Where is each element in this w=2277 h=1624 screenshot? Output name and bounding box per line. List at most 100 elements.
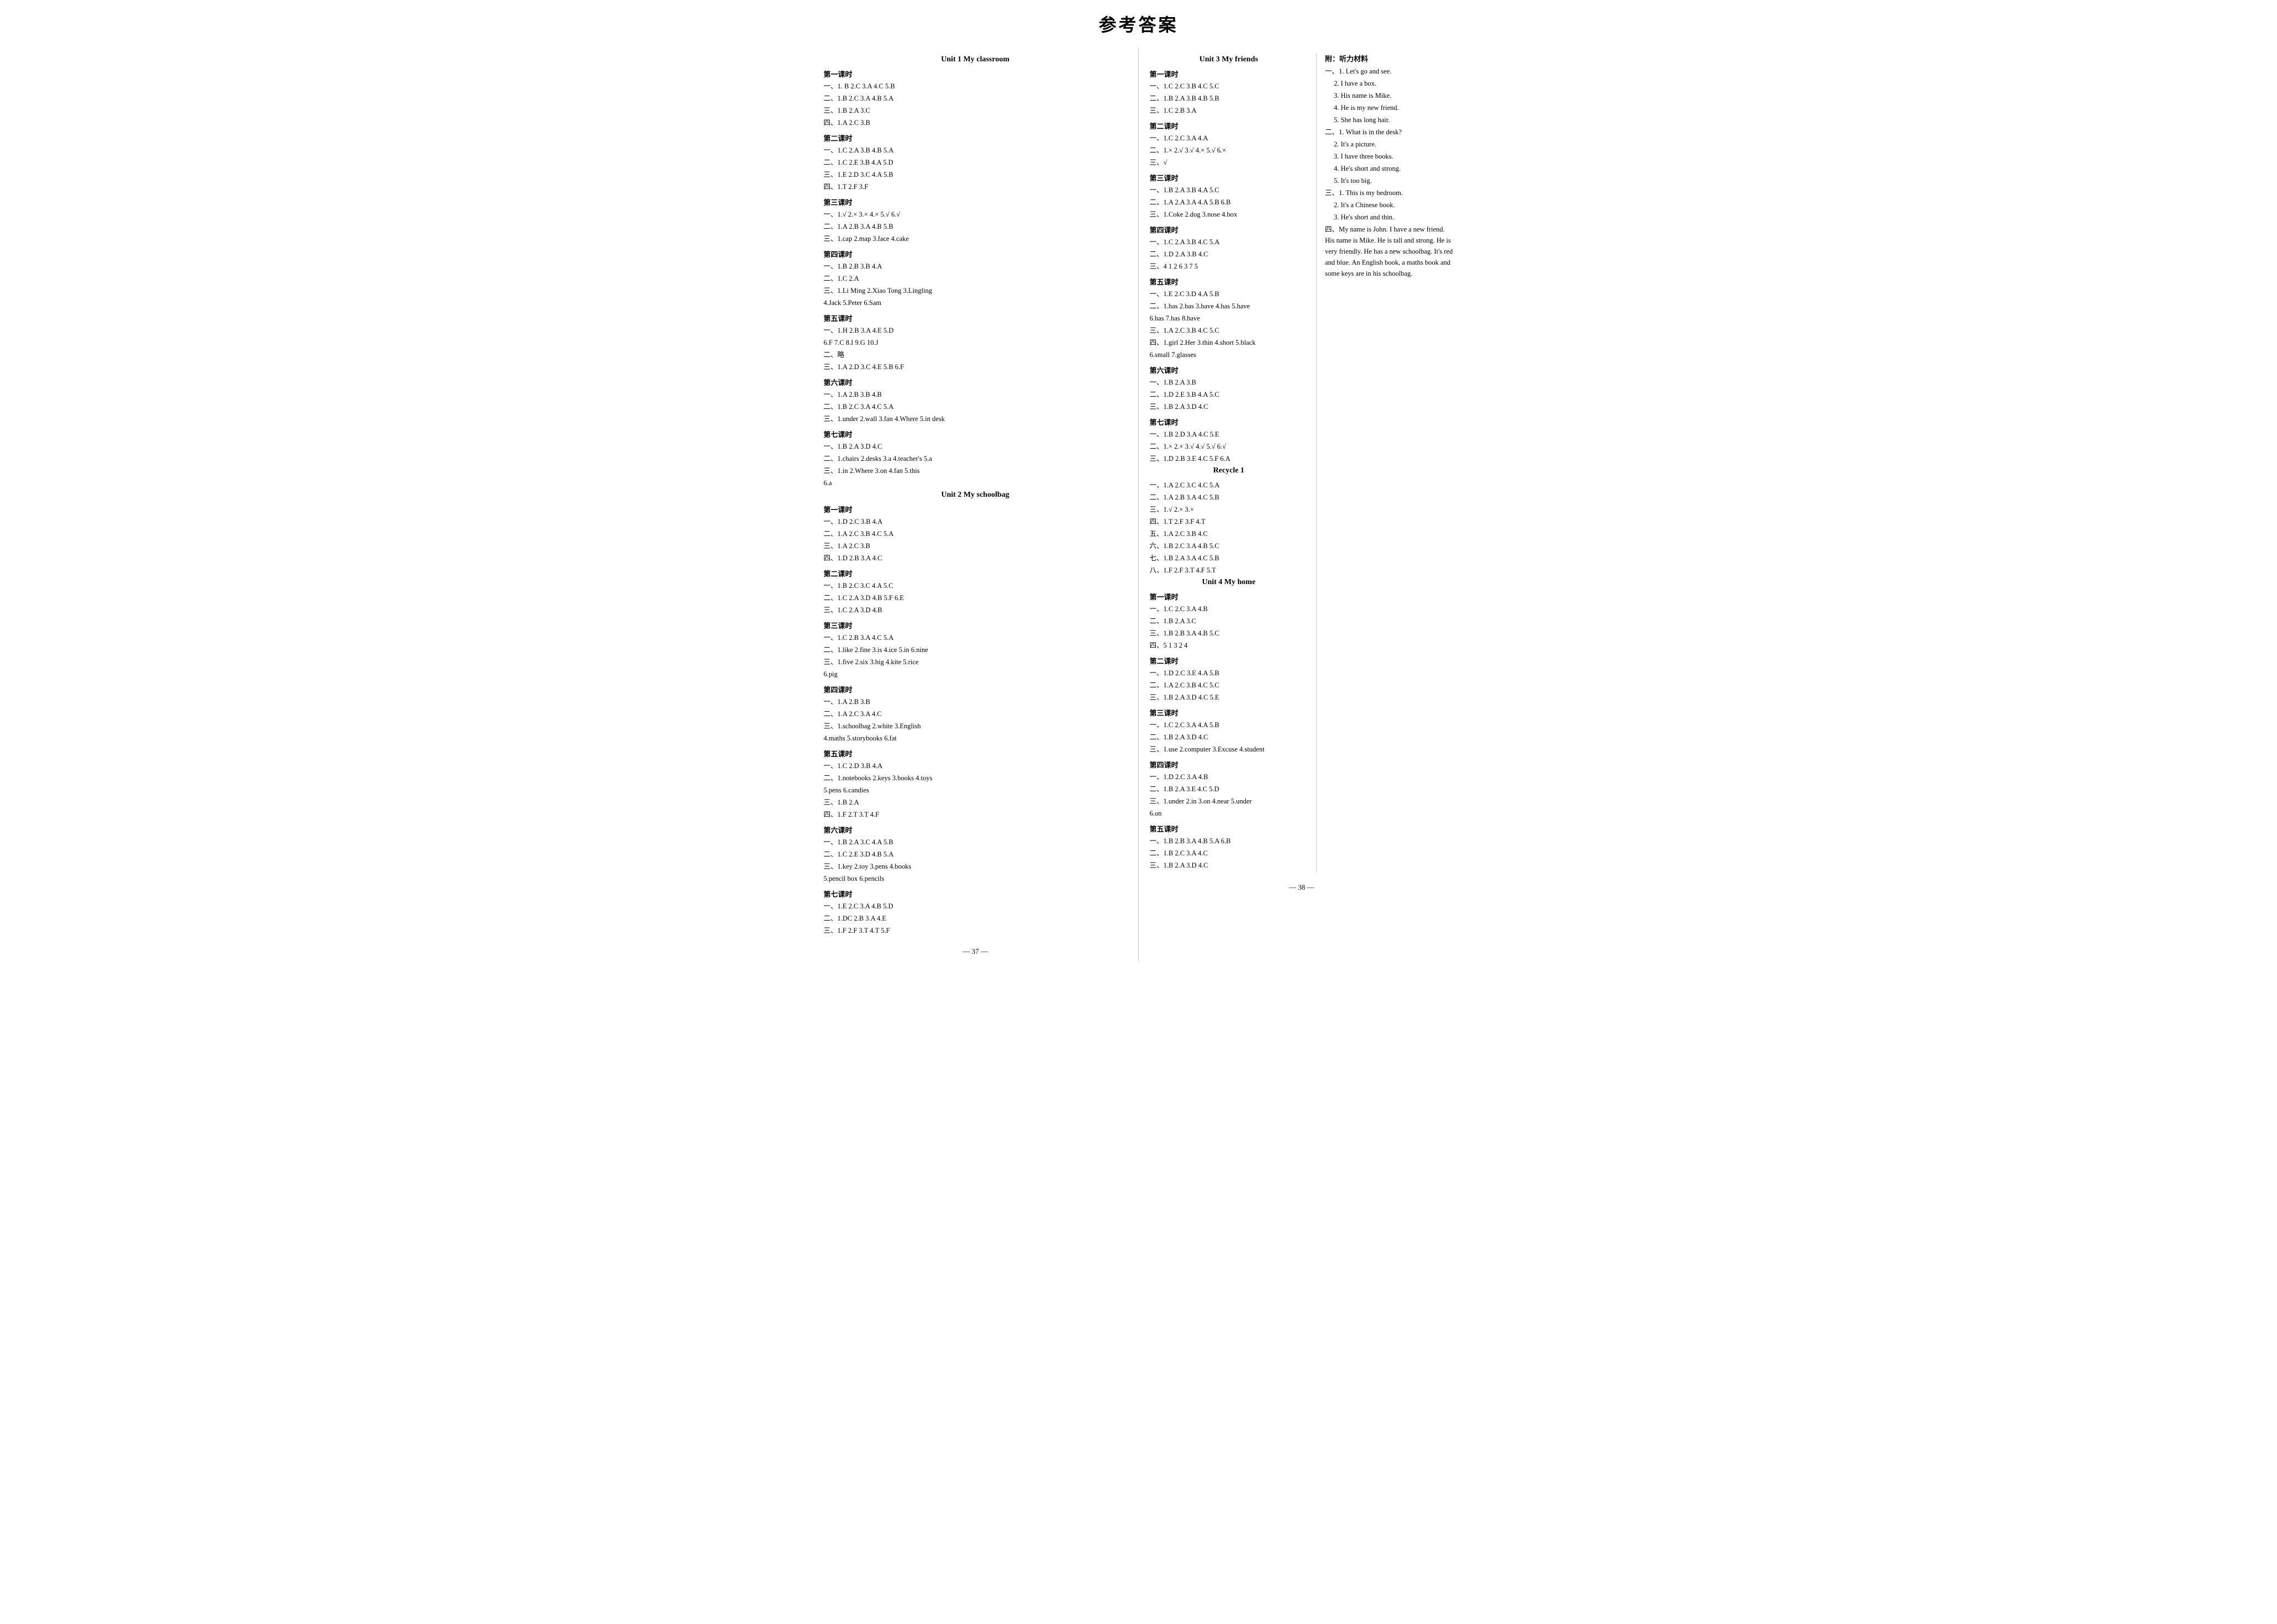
answer-line: 三、1.E 2.D 3.C 4.A 5.B: [824, 169, 1127, 180]
appendix-item: 2. It's a picture.: [1325, 139, 1454, 150]
lesson-title: 第七课时: [1150, 417, 1308, 427]
answer-line: 一、1.B 2.B 3.A 4.B 5.A 6.B: [1150, 835, 1308, 847]
answer-line: 一、1.A 2.B 3.B 4.B: [824, 389, 1127, 400]
lesson-title: 第七课时: [824, 889, 1127, 899]
answer-line: 二、1.DC 2.B 3.A 4.E: [824, 913, 1127, 924]
appendix-item: 5. She has long hair.: [1325, 114, 1454, 125]
answer-line: 二、1.A 2.B 3.A 4.B 5.B: [824, 221, 1127, 232]
appendix-item: 3. He's short and thin.: [1325, 212, 1454, 223]
appendix-item: 2. I have a box.: [1325, 78, 1454, 89]
answer-line: 四、1.T 2.F 3.F: [824, 181, 1127, 192]
right-page: Unit 3 My friends 第一课时一、1.C 2.C 3.B 4.C …: [1139, 48, 1459, 961]
answer-line: 四、1.girl 2.Her 3.thin 4.short 5.black: [1150, 337, 1308, 348]
answer-line: 三、1.B 2.A: [824, 797, 1127, 808]
answer-line: 一、1.B 2.A 3.B: [1150, 377, 1308, 388]
answer-line: 三、4 1 2 6 3 7 5: [1150, 261, 1308, 272]
answer-line: 三、1.B 2.A 3.D 4.C: [1150, 860, 1308, 871]
left-page-num: — 37 —: [824, 947, 1127, 956]
unit4-title: Unit 4 My home: [1150, 578, 1308, 587]
answer-line: 二、1.A 2.A 3.A 4.A 5.B 6.B: [1150, 197, 1308, 208]
answer-line: 三、1.in 2.Where 3.on 4.fan 5.this: [824, 465, 1127, 476]
lesson-title: 第六课时: [824, 824, 1127, 835]
appendix-item: 4. He is my new friend.: [1325, 102, 1454, 113]
answer-line: 三、1.B 2.A 3.D 4.C: [1150, 401, 1308, 412]
answer-line: 三、1.under 2.wall 3.fan 4.Where 5.in desk: [824, 413, 1127, 424]
answer-line: 二、1.B 2.C 3.A 4.C 5.A: [824, 401, 1127, 412]
lesson-title: 第一课时: [824, 69, 1127, 79]
answer-line: 六、1.B 2.C 3.A 4.B 5.C: [1150, 540, 1308, 551]
appendix-item: 3. His name is Mike.: [1325, 90, 1454, 101]
answer-line: 三、1.B 2.B 3.A 4.B 5.C: [1150, 628, 1308, 639]
answer-line: 一、1.C 2.D 3.B 4.A: [824, 760, 1127, 771]
lesson-title: 第五课时: [824, 313, 1127, 323]
lesson-title: 第四课时: [824, 249, 1127, 259]
appendix-column: 附：听力材料 一、1. Let's go and see. 2. I have …: [1317, 53, 1454, 872]
answer-line: 一、1.A 2.C 3.C 4.C 5.A: [1150, 480, 1308, 491]
lesson-title: 第六课时: [824, 377, 1127, 387]
page-title: 参考答案: [818, 11, 1459, 36]
answer-line: 五、1.A 2.C 3.B 4.C: [1150, 528, 1308, 539]
answer-line: 三、1.key 2.toy 3.pens 4.books: [824, 861, 1127, 872]
answer-line: 三、1.use 2.computer 3.Excuse 4.student: [1150, 744, 1308, 755]
answer-line: 四、1.D 2.B 3.A 4.C: [824, 553, 1127, 564]
appendix-item: 一、1. Let's go and see.: [1325, 66, 1454, 77]
answer-line: 一、1.B 2.A 3.C 4.A 5.B: [824, 837, 1127, 848]
answer-line: 4.maths 5.storybooks 6.fat: [824, 733, 1127, 744]
lesson-title: 第三课时: [1150, 707, 1308, 718]
unit3-title: Unit 3 My friends: [1150, 55, 1308, 64]
answer-line: 二、1.B 2.A 3.C: [1150, 616, 1308, 627]
answer-line: 三、1.B 2.A 3.D 4.C 5.E: [1150, 692, 1308, 703]
answer-line: 三、1.F 2.F 3.T 4.T 5.F: [824, 925, 1127, 936]
answer-line: 二、1.chairs 2.desks 3.a 4.teacher's 5.a: [824, 453, 1127, 464]
right-col-main: Unit 3 My friends 第一课时一、1.C 2.C 3.B 4.C …: [1150, 53, 1317, 872]
answer-line: 二、1.B 2.C 3.A 4.B 5.A: [824, 93, 1127, 104]
left-page: Unit 1 My classroom 第一课时一、1. B 2.C 3.A 4…: [818, 48, 1139, 961]
lesson-title: 第二课时: [824, 568, 1127, 579]
answer-line: 二、1.C 2.E 3.B 4.A 5.D: [824, 157, 1127, 168]
answer-line: 二、1.A 2.B 3.A 4.C 5.B: [1150, 492, 1308, 503]
lesson-title: 第五课时: [1150, 823, 1308, 834]
answer-line: 二、1.× 2.× 3.√ 4.√ 5.√ 6.√: [1150, 441, 1308, 452]
lesson-title: 第四课时: [824, 684, 1127, 695]
answer-line: 二、1.A 2.C 3.B 4.C 5.C: [1150, 680, 1308, 691]
answer-line: 一、1. B 2.C 3.A 4.C 5.B: [824, 81, 1127, 92]
answer-line: 二、1.notebooks 2.keys 3.books 4.toys: [824, 772, 1127, 784]
answer-line: 6.a: [824, 477, 1127, 488]
appendix-title: 附：听力材料: [1325, 53, 1454, 64]
answer-line: 三、1.C 2.A 3.D 4.B: [824, 605, 1127, 616]
answer-line: 一、1.C 2.C 3.A 4.A: [1150, 133, 1308, 144]
answer-line: 一、1.B 2.C 3.C 4.A 5.C: [824, 580, 1127, 591]
answer-line: 5.pencil box 6.pencils: [824, 873, 1127, 884]
answer-line: 二、1.B 2.A 3.E 4.C 5.D: [1150, 784, 1308, 795]
answer-line: 6.pig: [824, 669, 1127, 680]
answer-line: 二、1.C 2.E 3.D 4.B 5.A: [824, 849, 1127, 860]
answer-line: 二、1.like 2.fine 3.is 4.ice 5.in 6.nine: [824, 644, 1127, 655]
right-page-num: — 38 —: [1150, 883, 1454, 892]
answer-line: 二、1.D 2.A 3.B 4.C: [1150, 249, 1308, 260]
lesson-title: 第四课时: [1150, 224, 1308, 235]
answer-line: 二、1.B 2.A 3.D 4.C: [1150, 732, 1308, 743]
unit1-content: 第一课时一、1. B 2.C 3.A 4.C 5.B二、1.B 2.C 3.A …: [824, 69, 1127, 488]
answer-line: 一、1.C 2.A 3.B 4.C 5.A: [1150, 236, 1308, 248]
answer-line: 一、1.C 2.C 3.A 4.A 5.B: [1150, 719, 1308, 730]
answer-line: 一、1.B 2.D 3.A 4.C 5.E: [1150, 429, 1308, 440]
answer-line: 6.has 7.has 8.have: [1150, 313, 1308, 324]
answer-line: 三、1.five 2.six 3.big 4.kite 5.rice: [824, 656, 1127, 668]
answer-line: 四、1.F 2.T 3.T 4.F: [824, 809, 1127, 820]
answer-line: 6.on: [1150, 808, 1308, 819]
answer-line: 二、1.A 2.C 3.B 4.C 5.A: [824, 528, 1127, 539]
answer-line: 一、1.B 2.A 3.B 4.A 5.C: [1150, 185, 1308, 196]
answer-line: 一、1.A 2.B 3.B: [824, 696, 1127, 707]
answer-line: 三、1.cap 2.map 3.face 4.cake: [824, 233, 1127, 244]
appendix-item: 二、1. What is in the desk?: [1325, 127, 1454, 138]
answer-line: 6.small 7.glasses: [1150, 349, 1308, 360]
lesson-title: 第五课时: [1150, 276, 1308, 287]
unit2-title: Unit 2 My schoolbag: [824, 491, 1127, 500]
recycle1-content: 一、1.A 2.C 3.C 4.C 5.A二、1.A 2.B 3.A 4.C 5…: [1150, 480, 1308, 576]
lesson-title: 第六课时: [1150, 365, 1308, 375]
answer-line: 二、1.D 2.E 3.B 4.A 5.C: [1150, 389, 1308, 400]
answer-line: 一、1.B 2.B 3.B 4.A: [824, 261, 1127, 272]
answer-line: 三、1.B 2.A 3.C: [824, 105, 1127, 116]
answer-line: 6.F 7.C 8.I 9.G 10.J: [824, 337, 1127, 348]
lesson-title: 第一课时: [1150, 591, 1308, 602]
